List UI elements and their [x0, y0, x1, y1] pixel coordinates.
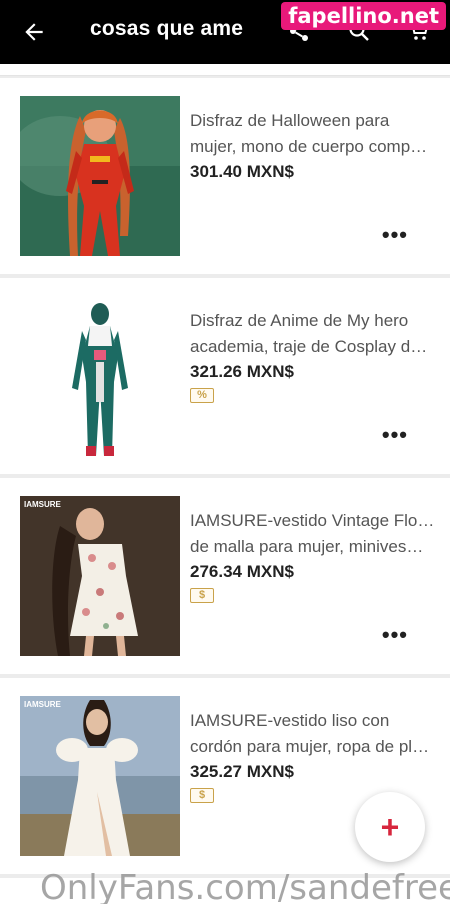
plus-icon: + [380, 808, 400, 845]
product-image[interactable] [20, 296, 180, 456]
coupon-badge: $ [190, 588, 214, 603]
product-image[interactable]: IAMSURE [20, 696, 180, 856]
product-card[interactable]: Disfraz de Halloween para mujer, mono de… [0, 78, 450, 274]
watermark-top: fapellino.net [281, 2, 446, 30]
product-title[interactable]: Disfraz de Anime de My hero academia, tr… [190, 308, 435, 360]
product-title-line: academia, traje de Cosplay de… [190, 337, 435, 356]
brand-label: IAMSURE [24, 500, 61, 509]
product-title-line: Disfraz de Halloween para [190, 111, 390, 130]
product-card[interactable]: IAMSURE IAMSURE-vestido Vintage Floral d… [0, 478, 450, 674]
top-app-bar: cosas que ame fapellino.net [0, 0, 450, 64]
product-title-line: cordón para mujer, ropa de pl… [190, 737, 430, 756]
product-title-line: IAMSURE-vestido liso con [190, 711, 390, 730]
floral-dress-image [20, 496, 180, 656]
brand-label: IAMSURE [24, 700, 61, 709]
back-arrow-icon [25, 23, 43, 41]
white-dress-image [20, 696, 180, 856]
costume-red-image [20, 96, 180, 256]
costume-green-image [20, 296, 180, 456]
product-card[interactable]: Disfraz de Anime de My hero academia, tr… [0, 278, 450, 474]
add-button[interactable]: + [355, 792, 425, 862]
discount-badge: % [190, 388, 214, 403]
product-title[interactable]: IAMSURE-vestido Vintage Floral de malla … [190, 508, 435, 560]
product-price: 301.40 MXN$ [190, 162, 294, 181]
product-title[interactable]: IAMSURE-vestido liso con cordón para muj… [190, 708, 435, 760]
product-image[interactable]: IAMSURE [20, 496, 180, 656]
list-top-strip [0, 64, 450, 76]
back-button[interactable] [16, 14, 52, 50]
product-list: Disfraz de Halloween para mujer, mono de… [0, 64, 450, 904]
watermark-bottom: OnlyFans.com/sandefree [40, 868, 450, 904]
coupon-badge: $ [190, 788, 214, 803]
product-title-line: de malla para mujer, minives… [190, 537, 424, 556]
product-image[interactable] [20, 96, 180, 256]
more-options-icon[interactable]: ••• [382, 224, 408, 246]
product-price: 325.27 MXN$ [190, 762, 294, 781]
product-price: 321.26 MXN$ [190, 362, 294, 381]
product-title-line: IAMSURE-vestido Vintage Floral [190, 511, 435, 530]
product-price: 276.34 MXN$ [190, 562, 294, 581]
more-options-icon[interactable]: ••• [382, 624, 408, 646]
product-title[interactable]: Disfraz de Halloween para mujer, mono de… [190, 108, 435, 160]
product-title-line: Disfraz de Anime de My hero [190, 311, 409, 330]
more-options-icon[interactable]: ••• [382, 424, 408, 446]
product-title-line: mujer, mono de cuerpo comp… [190, 137, 428, 156]
page-title: cosas que ame [90, 17, 244, 40]
